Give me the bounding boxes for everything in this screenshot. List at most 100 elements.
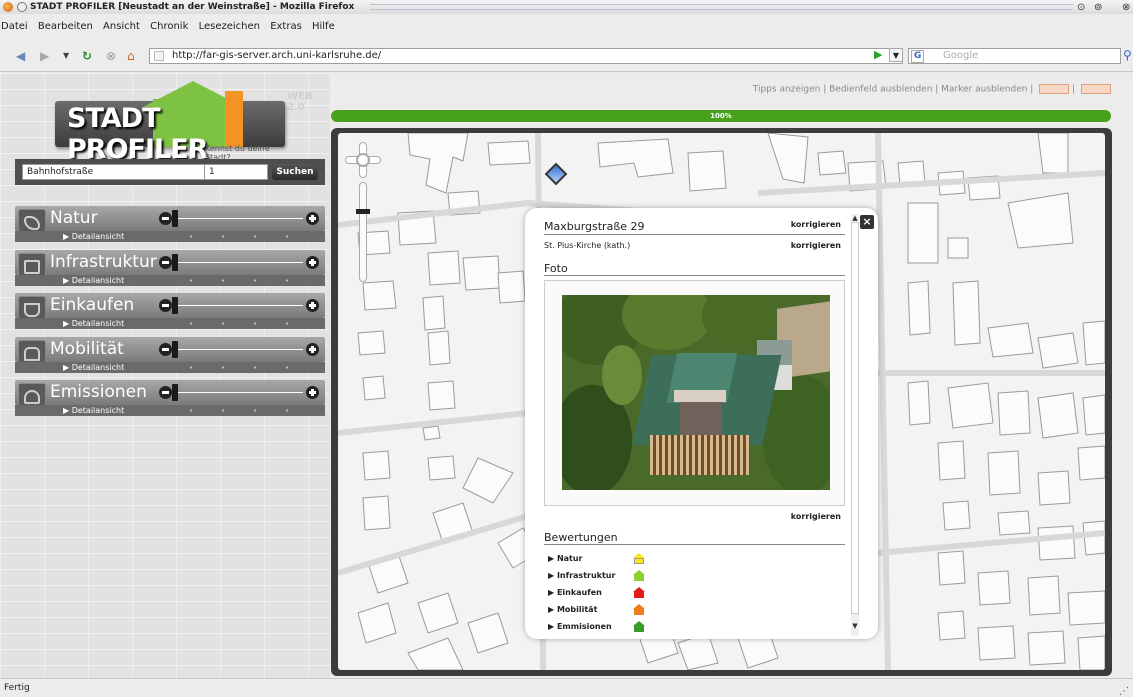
category-emissionen: Emissionen ▶ Detailansicht — [15, 380, 325, 417]
menu-lesezeichen[interactable]: Lesezeichen — [199, 21, 260, 32]
category-einkaufen: Einkaufen ▶ Detailansicht — [15, 293, 325, 330]
popup-scroll-thumb[interactable] — [851, 222, 859, 614]
pan-center-icon[interactable] — [356, 153, 370, 167]
photo-correct-link[interactable]: korrigieren — [791, 512, 841, 521]
popup-address: Maxburgstraße 29 — [544, 220, 645, 233]
menu-datei[interactable]: Datei — [1, 21, 28, 32]
url-bar[interactable]: http://far-gis-server.arch.uni-karlsruhe… — [149, 48, 903, 64]
history-dropdown-icon[interactable]: ▼ — [63, 49, 69, 63]
reload-icon[interactable]: ↻ — [82, 49, 92, 63]
progress-bar: 100% — [331, 110, 1111, 122]
close-window-icon[interactable]: ⊗ — [1122, 1, 1130, 15]
navigation-toolbar: ◀ ▶ ▼ ↻ ⊗ ⌂ http://far-gis-server.arch.u… — [0, 40, 1133, 72]
street-input[interactable]: Bahnhofstraße — [22, 164, 213, 180]
rating-infrastruktur-house-icon — [633, 570, 645, 581]
plus-icon[interactable] — [306, 343, 319, 356]
url-dropdown-icon[interactable]: ▼ — [889, 48, 903, 62]
home-icon[interactable]: ⌂ — [127, 49, 135, 63]
address-correct-link[interactable]: korrigieren — [791, 220, 841, 229]
rating-infrastruktur[interactable]: ▶ Infrastruktur — [548, 571, 615, 580]
church-aerial-photo[interactable] — [562, 295, 830, 490]
top-links-sep: | — [1072, 84, 1078, 95]
slider-track[interactable] — [178, 262, 303, 263]
forward-icon[interactable]: ▶ — [40, 49, 49, 63]
category-label: Infrastruktur — [50, 252, 157, 272]
stop-icon[interactable]: ⊗ — [106, 49, 116, 63]
firefox-icon — [3, 2, 13, 12]
rating-emmisionen-house-icon — [633, 621, 645, 632]
minus-icon[interactable] — [159, 343, 172, 356]
slider-track[interactable] — [178, 349, 303, 350]
minus-icon[interactable] — [159, 299, 172, 312]
detail-link[interactable]: ▶ Detailansicht — [63, 231, 124, 242]
search-icon[interactable]: ⚲ — [1123, 48, 1132, 62]
address-search: Bahnhofstraße 1 Suchen — [15, 159, 325, 185]
w3c-badge-icon — [1039, 84, 1070, 94]
zoom-knob[interactable] — [356, 209, 370, 214]
progress-label: 100% — [710, 112, 732, 120]
search-engine-icon[interactable]: G — [911, 50, 925, 63]
window-menu-icon[interactable] — [17, 2, 27, 12]
category-mobilitaet: Mobilität ▶ Detailansicht — [15, 337, 325, 374]
plus-icon[interactable] — [306, 256, 319, 269]
w3c-css-badge-icon — [1081, 84, 1111, 94]
pan-control[interactable] — [345, 142, 381, 178]
close-icon[interactable]: × — [860, 215, 874, 229]
url-text: http://far-gis-server.arch.uni-karlsruhe… — [172, 50, 382, 61]
menu-hilfe[interactable]: Hilfe — [312, 21, 335, 32]
rating-einkaufen[interactable]: ▶ Einkaufen — [548, 588, 602, 597]
scroll-down-icon[interactable]: ▼ — [851, 622, 859, 630]
maximize-icon[interactable]: ⊚ — [1094, 1, 1102, 15]
logo-badge: WEB 2.0 — [287, 91, 313, 113]
popup-place: St. Pius-Kirche (kath.) — [544, 241, 631, 250]
minus-icon[interactable] — [159, 256, 172, 269]
detail-link[interactable]: ▶ Detailansicht — [63, 318, 124, 329]
plus-icon[interactable] — [306, 299, 319, 312]
minimize-icon[interactable]: ⊙ — [1077, 1, 1085, 15]
slider-track[interactable] — [178, 392, 303, 393]
map-zoom-control[interactable] — [345, 142, 381, 292]
slider-track[interactable] — [178, 305, 303, 306]
titlebar-decoration — [370, 4, 1073, 10]
search-button[interactable]: Suchen — [272, 164, 318, 180]
slider-track[interactable] — [178, 218, 303, 219]
detail-link[interactable]: ▶ Detailansicht — [63, 362, 124, 373]
info-popup: ▲ ▼ × Maxburgstraße 29 korrigieren St. P… — [525, 208, 878, 639]
place-correct-link[interactable]: korrigieren — [791, 241, 841, 250]
photo-heading: Foto — [544, 262, 568, 275]
detail-link[interactable]: ▶ Detailansicht — [63, 405, 124, 416]
search-box[interactable]: G Google — [908, 48, 1121, 64]
detail-link[interactable]: ▶ Detailansicht — [63, 275, 124, 286]
rating-natur[interactable]: ▶ Natur — [548, 554, 583, 563]
menu-extras[interactable]: Extras — [270, 21, 302, 32]
rating-emmisionen[interactable]: ▶ Emmisionen — [548, 622, 612, 631]
category-infrastruktur: Infrastruktur ▶ Detailansicht — [15, 250, 325, 287]
divider — [544, 544, 845, 545]
menu-bearbeiten[interactable]: Bearbeiten — [38, 21, 93, 32]
menu-bar: Datei Bearbeiten Ansicht Chronik Lesezei… — [0, 14, 1133, 40]
go-icon[interactable]: ▶ — [874, 48, 882, 61]
popup-scrollbar[interactable]: ▲ ▼ — [851, 214, 859, 636]
minus-icon[interactable] — [159, 212, 172, 225]
category-label: Einkaufen — [50, 295, 135, 315]
site-identity-icon[interactable] — [154, 51, 164, 61]
category-natur: Natur ▶ Detailansicht — [15, 206, 325, 243]
top-links-text[interactable]: Tipps anzeigen | Bedienfeld ausblenden |… — [753, 85, 1034, 95]
popup-place-row: St. Pius-Kirche (kath.) korrigieren — [544, 241, 845, 250]
menu-chronik[interactable]: Chronik — [150, 21, 188, 32]
rating-natur-house-icon — [633, 553, 645, 564]
minus-icon[interactable] — [159, 386, 172, 399]
plus-icon[interactable] — [306, 212, 319, 225]
divider — [544, 275, 845, 276]
rating-mobilitaet[interactable]: ▶ Mobilität — [548, 605, 597, 614]
resize-grip-icon[interactable]: ⋰ — [1119, 683, 1129, 697]
top-links: Tipps anzeigen | Bedienfeld ausblenden |… — [753, 84, 1111, 95]
plus-icon[interactable] — [306, 386, 319, 399]
house-number-input[interactable]: 1 — [204, 164, 268, 180]
menu-ansicht[interactable]: Ansicht — [103, 21, 140, 32]
back-icon[interactable]: ◀ — [16, 49, 25, 63]
scroll-up-icon[interactable]: ▲ — [851, 214, 859, 222]
status-text: Fertig — [4, 683, 30, 693]
zoom-slider[interactable] — [359, 182, 367, 282]
category-label: Natur — [50, 208, 98, 228]
